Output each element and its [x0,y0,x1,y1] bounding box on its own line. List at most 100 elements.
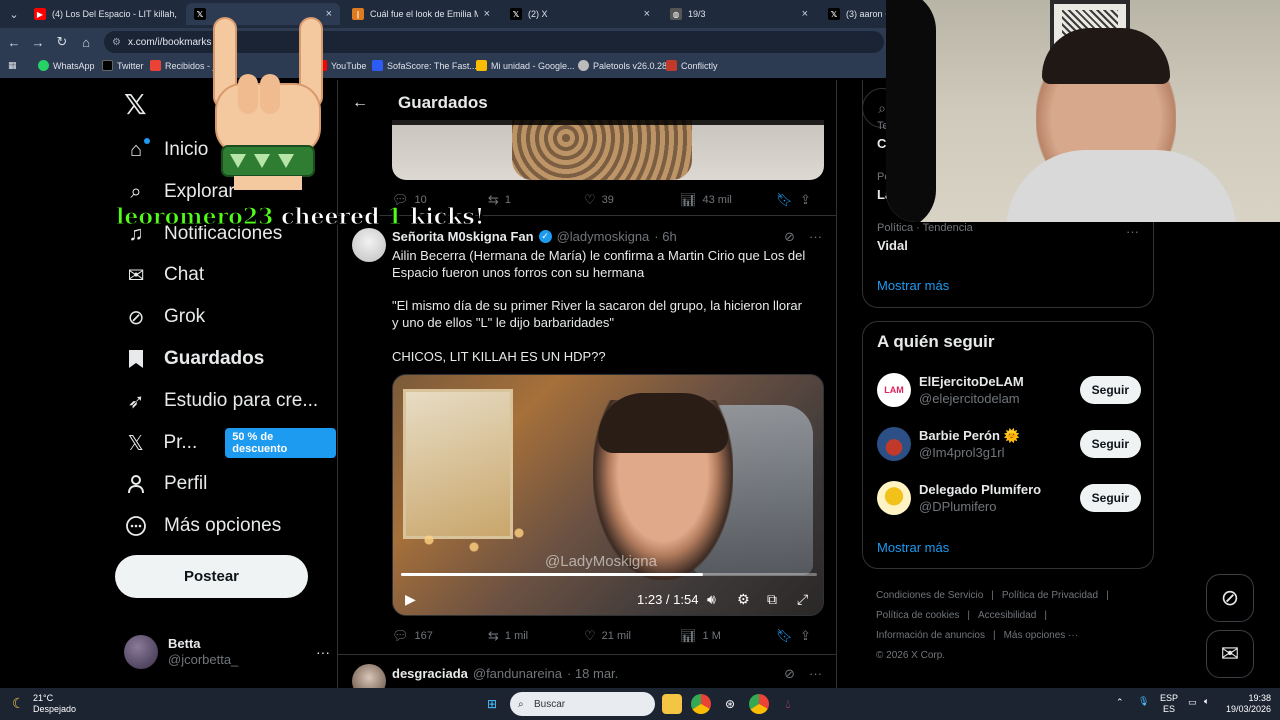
tweet-author-name[interactable]: desgraciada [392,666,468,681]
footer-link[interactable]: Condiciones de Servicio [876,590,983,601]
tweet-timestamp[interactable]: · 6h [654,229,676,244]
footer-link[interactable]: Más opciones ··· [1004,630,1078,641]
network-icon[interactable]: ▭ [1188,697,1197,708]
bookmark-button[interactable]: 🔖︎ [776,192,800,208]
bookmark-twitter[interactable]: Twitter [102,60,144,71]
like-button[interactable]: ♡ 21 mil [584,628,680,644]
grok-icon[interactable]: ⊘ [784,229,795,245]
follow-button[interactable]: Seguir [1079,376,1141,404]
show-more-link[interactable]: Mostrar más [877,278,949,293]
avatar[interactable] [352,228,386,262]
file-explorer-icon[interactable] [662,694,682,714]
reply-button[interactable]: 💬︎ 167 [392,628,488,644]
nav-item-estudio[interactable]: ➶ Estudio para cre... [124,381,319,421]
apps-grid-icon[interactable]: ▦ [8,60,17,71]
clock[interactable]: 19:38 19/03/2026 [1226,693,1271,715]
video-progress-bar[interactable] [401,573,817,576]
follow-suggestion[interactable]: LAM ElEjercitoDeLAM @elejercitodelam Seg… [877,368,1141,412]
x-logo-icon[interactable]: 𝕏 [124,88,147,121]
microphone-icon[interactable]: 🎙︎ [1138,696,1149,707]
share-button[interactable]: ⇪ [800,628,820,644]
browser-tab-emilia[interactable]: | Cuál fue el look de Emilia Merni × [344,3,498,25]
tweet-author-handle[interactable]: @ladymoskigna [557,229,650,244]
nav-item-mas-opciones[interactable]: Más opciones [124,506,281,546]
home-icon[interactable]: ⌂ [74,30,98,54]
more-horizontal-icon[interactable]: ··· [1126,224,1139,239]
nav-item-premium[interactable]: 𝕏 Pr... 50 % de descuento [124,423,336,463]
more-horizontal-icon[interactable]: ··· [809,229,822,245]
views-button[interactable]: 📊︎ 1 M [680,628,776,644]
bookmark-sofascore[interactable]: SofaScore: The Fast... [372,60,477,71]
account-switcher[interactable]: Betta @jcorbetta_ ··· [124,632,330,672]
tweet-author-name[interactable]: Señorita M0skigna Fan [392,229,534,244]
browser-tab-x[interactable]: 𝕏 (2) X × [502,3,658,25]
bookmark-conflictly[interactable]: Conflictly [666,60,718,71]
close-tab-icon[interactable]: × [644,8,650,20]
more-horizontal-icon[interactable]: ··· [809,666,822,682]
forward-arrow-icon[interactable]: → [26,30,50,54]
chrome-icon[interactable] [691,694,711,714]
views-button[interactable]: 📊︎ 43 mil [680,192,776,208]
footer-link[interactable]: Política de cookies [876,610,959,621]
steam-icon[interactable]: ⊛ [720,694,740,714]
repost-button[interactable]: ⇆ 1 [488,192,584,208]
chevron-up-icon[interactable]: ⌃ [1116,697,1124,708]
footer-link[interactable]: Accesibilidad [978,610,1036,621]
grok-icon[interactable]: ⊘ [784,666,795,682]
taskbar-search[interactable]: ⌕ Buscar [510,692,655,716]
show-more-link[interactable]: Mostrar más [877,540,949,555]
back-arrow-icon[interactable]: ← [2,30,26,54]
browser-tab-19-3[interactable]: ◍ 19/3 × [662,3,816,25]
tweet-author-handle[interactable]: @fandunareina [473,666,562,681]
bookmark-google-drive[interactable]: Mi unidad - Google... [476,60,575,71]
nav-item-grok[interactable]: ⊘ Grok [124,297,206,337]
follow-button[interactable]: Seguir [1079,430,1141,458]
bookmark-button[interactable]: 🔖︎ [776,628,800,644]
bookmark-whatsapp[interactable]: WhatsApp [38,60,95,71]
play-icon[interactable]: ▶ [405,591,416,608]
app-drop-icon[interactable]: 💧︎ [778,694,798,714]
follow-suggestion[interactable]: Barbie Perón 🌞 @Im4prol3g1rl Seguir [877,422,1141,466]
tweet-timestamp[interactable]: · 18 mar. [567,666,618,681]
trend-name[interactable]: Vidal [877,238,908,253]
fullscreen-icon[interactable]: ⤢ [797,591,808,608]
close-tab-icon[interactable]: × [802,8,808,20]
settings-gear-icon[interactable]: ⚙ [737,591,750,608]
nav-item-perfil[interactable]: Perfil [124,464,207,504]
browser-tab-aaron[interactable]: 𝕏 (3) aaron ⊕ [820,3,886,25]
repost-button[interactable]: ⇆ 1 mil [488,628,584,644]
browser-tab-youtube[interactable]: ▶ (4) Los Del Espacio - LIT killah, × [26,3,182,25]
footer-link[interactable]: Información de anuncios [876,630,985,641]
volume-icon[interactable]: 🔊︎ [707,591,716,608]
like-button[interactable]: ♡ 39 [584,192,680,208]
reload-icon[interactable]: ↻ [50,30,74,54]
nav-item-inicio[interactable]: ⌂ Inicio [124,130,208,170]
footer-link[interactable]: Política de Privacidad [1002,590,1098,601]
grok-fab-button[interactable]: ⊘ [1206,574,1254,622]
weather-widget[interactable]: 21°C Despejado [33,693,76,715]
close-tab-icon[interactable]: × [484,8,490,20]
follow-suggestion[interactable]: Delegado Plumífero @DPlumifero Seguir [877,476,1141,520]
picture-in-picture-icon[interactable]: ⧉ [767,591,777,608]
chrome-profile-icon[interactable] [749,694,769,714]
post-button[interactable]: Postear [115,555,308,598]
more-horizontal-icon[interactable]: ··· [316,644,330,660]
back-arrow-icon[interactable]: ← [338,94,382,112]
tab-list-chevron-icon[interactable]: ⌄ [0,0,28,28]
speaker-icon[interactable]: 🔈︎ [1204,696,1209,707]
bookmark-paletools[interactable]: Paletools v26.0.28 [578,60,667,71]
avatar[interactable] [352,664,386,688]
language-indicator[interactable]: ESP ES [1160,693,1178,715]
nav-item-guardados[interactable]: Guardados [124,339,264,379]
weather-moon-icon[interactable]: ☾ [12,695,25,712]
tweet-media-image[interactable] [392,120,824,180]
video-player[interactable]: @LadyMoskigna ▶ 1:23 / 1:54 🔊︎ ⚙ ⧉ ⤢ [392,374,824,616]
messages-fab-button[interactable]: ✉ [1206,630,1254,678]
follow-button[interactable]: Seguir [1079,484,1141,512]
site-info-icon[interactable]: ⚙ [112,37,121,48]
trend-name[interactable]: C [877,136,886,151]
nav-item-chat[interactable]: ✉ Chat [124,255,205,295]
repost-icon: ⇆ [488,628,499,643]
windows-start-icon[interactable]: ⊞ [482,694,502,714]
share-button[interactable]: ⇪ [800,192,820,208]
